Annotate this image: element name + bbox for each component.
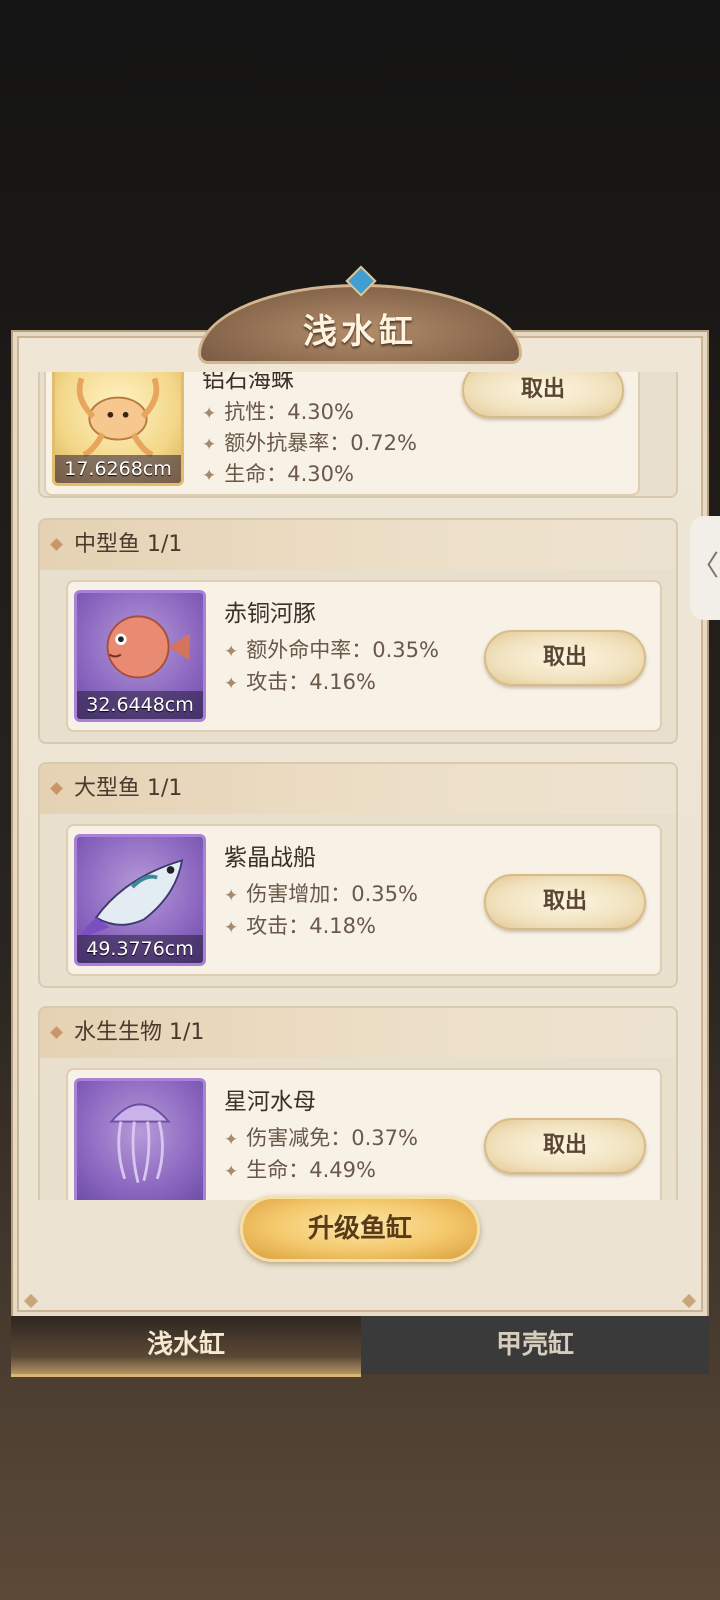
fish-group-small: 17.6268cm ✦ 抗性：4.30% ✦ 额外抗暴率：0.72% ✦ 生命：4.3…: [38, 372, 678, 498]
fish-name: 紫晶战船: [224, 845, 316, 871]
take-out-button[interactable]: 取出: [484, 874, 646, 930]
take-out-button[interactable]: 取出: [484, 1118, 646, 1174]
fish-card: 星河水母 ✦ 伤害减免：0.37% ✦ 生命：4.49% 取出: [66, 1068, 662, 1200]
fish-thumbnail[interactable]: 49.3776cm: [74, 834, 206, 966]
diamond-icon: [50, 538, 63, 551]
side-drawer-handle[interactable]: 〈: [690, 516, 720, 620]
sparkle-icon: ✦: [224, 1162, 239, 1182]
fish-group-large: 大型鱼 1/1 49.3776cm 紫晶战船 ✦ 伤害增加：0.35% ✦ 攻击：4…: [38, 762, 678, 988]
sparkle-icon: ✦: [202, 466, 217, 486]
sparkle-icon: ✦: [224, 642, 239, 662]
take-out-button[interactable]: 取出: [462, 372, 624, 418]
fish-stat: ✦ 攻击：4.18%: [224, 914, 376, 938]
fish-size: 17.6268cm: [55, 455, 181, 483]
sparkle-icon: ✦: [202, 404, 217, 424]
sparkle-icon: ✦: [224, 886, 239, 906]
fish-size: 32.6448cm: [77, 691, 203, 719]
fish-stat: ✦ 生命：4.30%: [202, 462, 354, 486]
group-header-label: 水生生物 1/1: [74, 1020, 205, 1045]
fish-stat: ✦ 伤害减免：0.37%: [224, 1126, 418, 1150]
fish-card: 49.3776cm 紫晶战船 ✦ 伤害增加：0.35% ✦ 攻击：4.18% 取出: [66, 824, 662, 976]
fish-stat: ✦ 攻击：4.16%: [224, 670, 376, 694]
fish-group-medium: 中型鱼 1/1 32.6448cm 赤铜河豚 ✦ 额外命中率：0.35% ✦ 攻击：…: [38, 518, 678, 744]
sparkle-icon: ✦: [202, 435, 217, 455]
fish-stat: ✦ 伤害增加：0.35%: [224, 882, 418, 906]
take-out-button[interactable]: 取出: [484, 630, 646, 686]
page-title: 浅水缸: [303, 312, 417, 352]
group-header-label: 大型鱼 1/1: [74, 776, 183, 801]
group-header: 中型鱼 1/1: [40, 520, 676, 570]
tab-shallow-tank[interactable]: 浅水缸: [11, 1316, 361, 1377]
fish-name: 赤铜河豚: [224, 601, 316, 627]
tank-tabs: 浅水缸 甲壳缸: [11, 1316, 709, 1377]
fish-stat: ✦ 生命：4.49%: [224, 1158, 376, 1182]
fish-card: 17.6268cm ✦ 抗性：4.30% ✦ 额外抗暴率：0.72% ✦ 生命：4.3…: [44, 372, 640, 496]
diamond-icon: [50, 782, 63, 795]
fish-size: 49.3776cm: [77, 935, 203, 963]
fish-card: 32.6448cm 赤铜河豚 ✦ 额外命中率：0.35% ✦ 攻击：4.16% 取出: [66, 580, 662, 732]
fish-thumbnail[interactable]: [74, 1078, 206, 1200]
diamond-icon: [50, 1026, 63, 1039]
fish-stat: ✦ 抗性：4.30%: [202, 400, 354, 424]
fish-thumbnail[interactable]: 32.6448cm: [74, 590, 206, 722]
sea-spider-icon: [76, 377, 160, 458]
fish-stat: ✦ 额外抗暴率：0.72%: [202, 431, 417, 455]
group-header-label: 中型鱼 1/1: [74, 532, 183, 557]
pufferfish-icon: [106, 615, 190, 679]
fish-stat: ✦ 额外命中率：0.35%: [224, 638, 439, 662]
group-header: 水生生物 1/1: [40, 1008, 676, 1058]
upgrade-tank-button[interactable]: 升级鱼缸: [240, 1196, 480, 1262]
tab-shell-tank[interactable]: 甲壳缸: [361, 1316, 709, 1374]
sparkle-icon: ✦: [224, 918, 239, 938]
fish-group-aquatic: 水生生物 1/1 星河水母 ✦ 伤害减免：0.37% ✦ 生命：4.49% 取出: [38, 1006, 678, 1200]
jellyfish-icon: [109, 1103, 171, 1184]
fish-list[interactable]: 17.6268cm ✦ 抗性：4.30% ✦ 额外抗暴率：0.72% ✦ 生命：4.3…: [36, 372, 684, 1200]
fish-name: 星河水母: [224, 1089, 316, 1115]
fish-name: 铝石海蛛: [202, 372, 294, 393]
fish-thumbnail[interactable]: 17.6268cm: [52, 372, 184, 486]
amethyst-fish-icon: [78, 859, 184, 939]
group-header: 大型鱼 1/1: [40, 764, 676, 814]
sparkle-icon: ✦: [224, 674, 239, 694]
sparkle-icon: ✦: [224, 1130, 239, 1150]
